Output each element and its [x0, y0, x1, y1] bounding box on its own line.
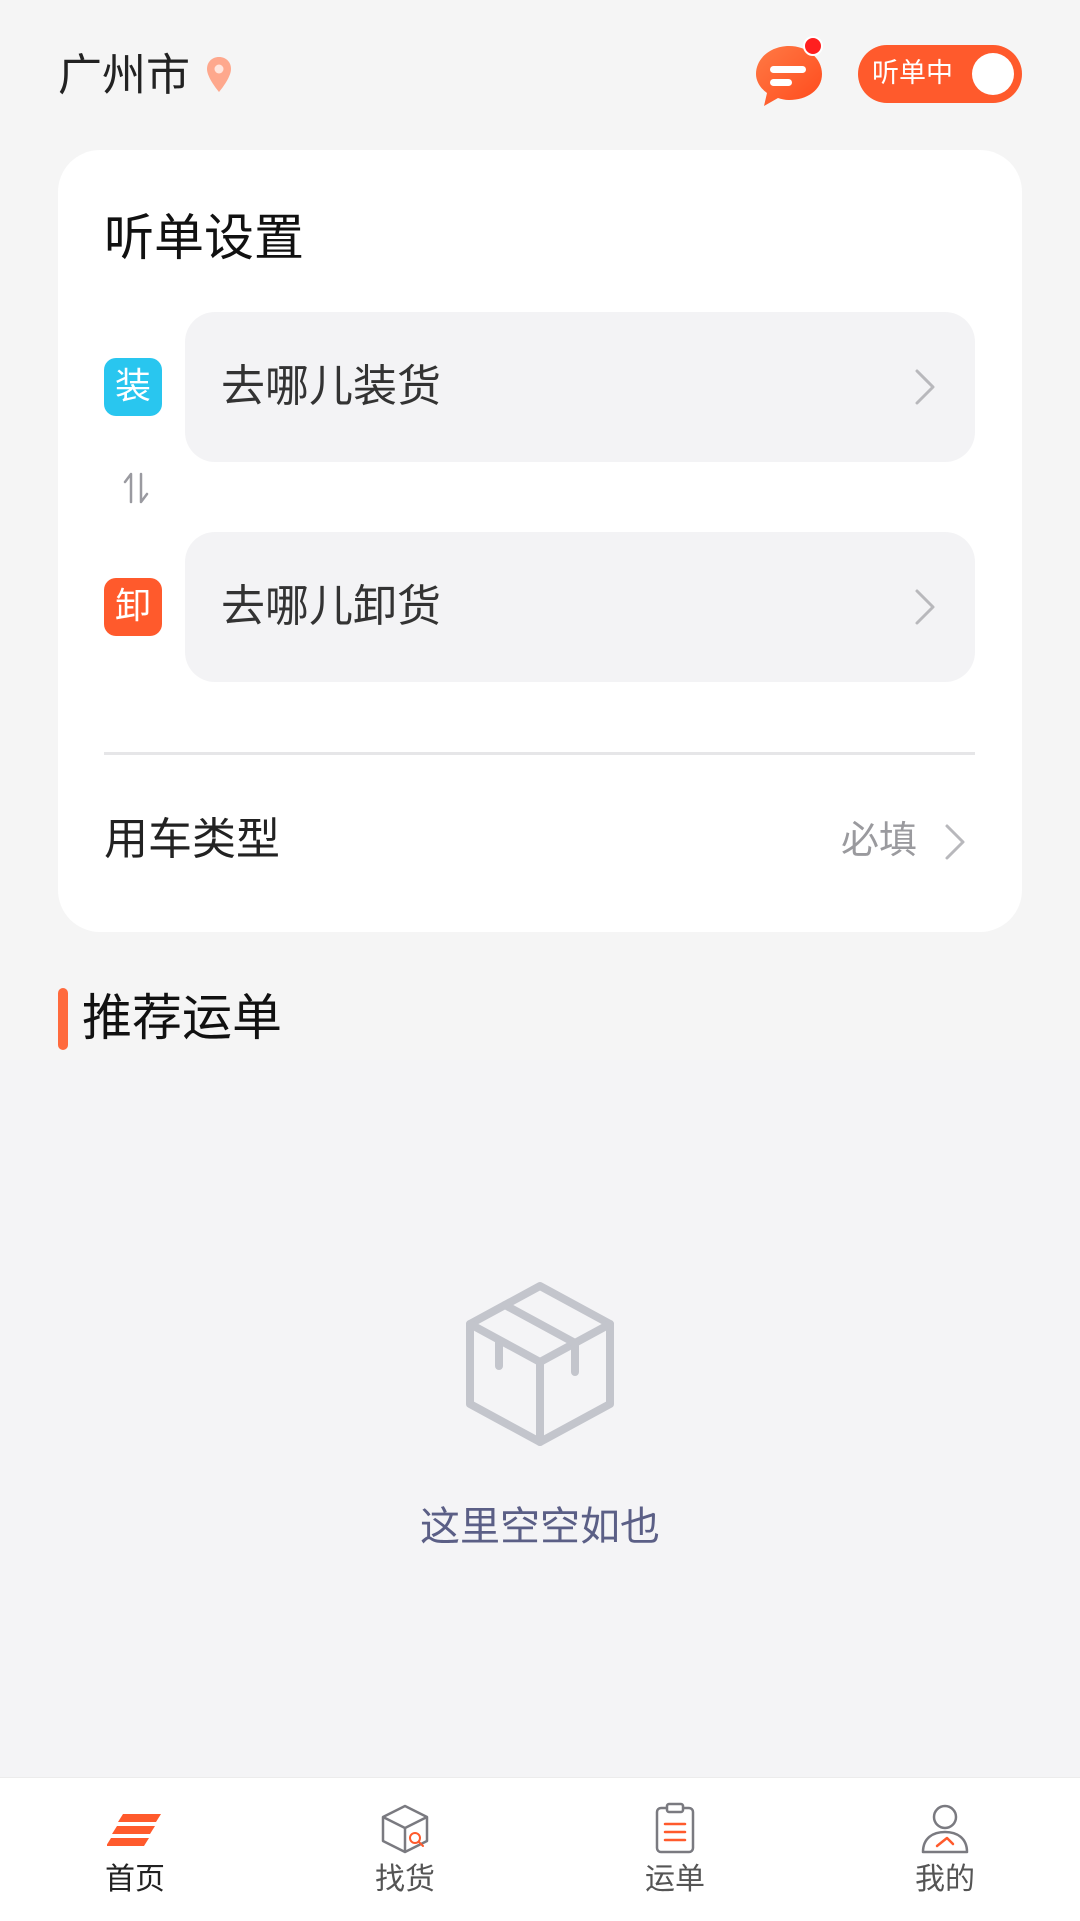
find-cargo-icon	[381, 1804, 429, 1854]
swap-icon[interactable]	[122, 470, 150, 506]
listen-toggle-label: 听单中	[872, 58, 953, 89]
unload-badge: 卸	[104, 578, 162, 636]
divider	[104, 752, 975, 755]
location-pin-icon	[207, 57, 231, 92]
nav-home[interactable]: 首页	[35, 1778, 235, 1921]
vehicle-type-label: 用车类型	[104, 814, 280, 865]
recommended-title: 推荐运单	[82, 989, 282, 1047]
card-title: 听单设置	[104, 209, 304, 267]
nav-find-cargo[interactable]: 找货	[305, 1778, 505, 1921]
bottom-nav: 首页 找货 运单 我的	[0, 1777, 1080, 1921]
load-location-placeholder: 去哪儿装货	[221, 361, 441, 412]
chevron-right-icon	[915, 369, 935, 405]
chevron-right-icon	[915, 589, 935, 625]
listen-settings-card: 听单设置 装 去哪儿装货 卸 去哪儿卸货 用车类型 必填	[58, 150, 1022, 932]
unread-dot	[803, 36, 823, 56]
unload-location-field[interactable]: 去哪儿卸货	[185, 532, 975, 682]
empty-state-text: 这里空空如也	[420, 1504, 660, 1550]
load-location-field[interactable]: 去哪儿装货	[185, 312, 975, 462]
city-selector[interactable]: 广州市	[58, 48, 190, 104]
listen-toggle[interactable]: 听单中	[858, 45, 1022, 103]
nav-label: 找货	[375, 1862, 435, 1897]
toggle-knob	[972, 53, 1014, 95]
vehicle-type-value: 必填	[840, 818, 917, 862]
waybill-icon	[655, 1802, 695, 1854]
nav-profile[interactable]: 我的	[845, 1778, 1045, 1921]
load-badge: 装	[104, 358, 162, 416]
nav-waybill[interactable]: 运单	[575, 1778, 775, 1921]
empty-box-icon	[466, 1282, 614, 1446]
chevron-right-icon	[945, 824, 965, 860]
nav-label: 运单	[645, 1862, 705, 1897]
nav-label: 首页	[105, 1862, 165, 1897]
nav-label: 我的	[915, 1862, 975, 1897]
home-icon	[107, 1814, 161, 1846]
section-accent-bar	[58, 988, 68, 1050]
unload-location-placeholder: 去哪儿卸货	[221, 581, 441, 632]
vehicle-type-row[interactable]: 用车类型 必填	[104, 790, 975, 890]
profile-icon	[921, 1804, 969, 1854]
